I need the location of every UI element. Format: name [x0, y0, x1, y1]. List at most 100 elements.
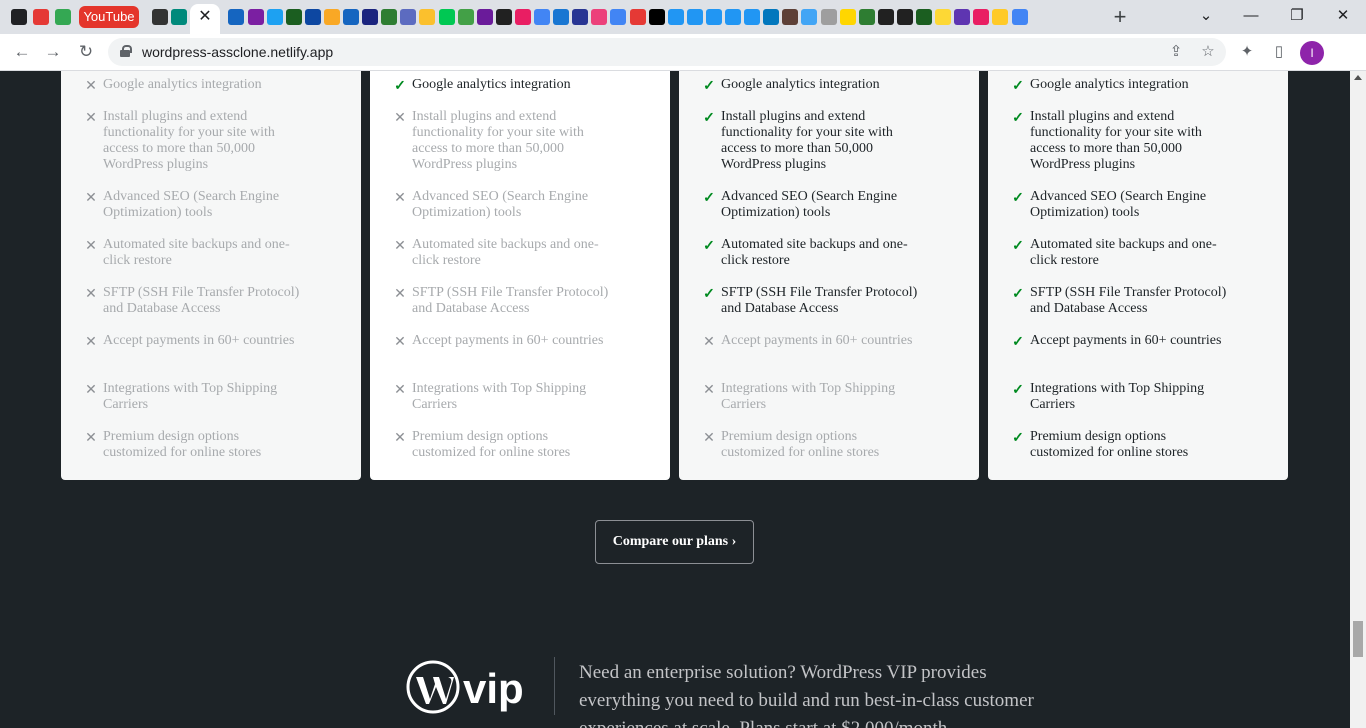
- tab-favicon-icon[interactable]: [878, 9, 894, 25]
- tab-favicon-icon[interactable]: [859, 9, 875, 25]
- share-icon[interactable]: ⇪: [1166, 43, 1186, 61]
- address-bar[interactable]: wordpress-assclone.netlify.app ⇪ ☆: [108, 38, 1226, 66]
- minimize-button[interactable]: —: [1231, 4, 1271, 28]
- check-icon: ✓: [703, 237, 715, 253]
- plan-feature-text: Google analytics integration: [412, 77, 571, 92]
- tab-favicon-icon[interactable]: [55, 9, 71, 25]
- tab-favicon-icon[interactable]: [171, 9, 187, 25]
- tab-favicon-icon[interactable]: [362, 9, 378, 25]
- tab-favicon-icon[interactable]: [324, 9, 340, 25]
- close-window-button[interactable]: ✕: [1323, 4, 1363, 28]
- tab-favicon-icon[interactable]: [763, 9, 779, 25]
- reload-button[interactable]: ↻: [74, 40, 98, 64]
- new-tab-button[interactable]: +: [1109, 5, 1131, 29]
- tab-favicon-icon[interactable]: [935, 9, 951, 25]
- scrollbar-thumb[interactable]: [1353, 621, 1363, 657]
- tab-favicon-icon[interactable]: [973, 9, 989, 25]
- bookmark-star-icon[interactable]: ☆: [1198, 43, 1218, 61]
- tab-favicon-icon[interactable]: [992, 9, 1008, 25]
- tab-favicon-icon[interactable]: [343, 9, 359, 25]
- tab-favicon-icon[interactable]: [706, 9, 722, 25]
- plan-feature-text: Integrations with Top Shipping Carriers: [1030, 381, 1205, 412]
- tab-favicon-icon[interactable]: [381, 9, 397, 25]
- tab-favicon-icon[interactable]: [610, 9, 626, 25]
- tab-favicon-icon[interactable]: [496, 9, 512, 25]
- tab-favicon-icon[interactable]: [228, 9, 244, 25]
- tab-favicon-icon[interactable]: [11, 9, 27, 25]
- page-scrollbar[interactable]: [1350, 71, 1366, 728]
- check-icon: ✓: [1012, 237, 1024, 253]
- plan-feature-text: Advanced SEO (Search Engine Optimization…: [721, 189, 898, 220]
- tab-favicon-icon[interactable]: [744, 9, 760, 25]
- scroll-up-arrow-icon[interactable]: [1354, 75, 1362, 80]
- back-button[interactable]: ←: [10, 40, 34, 64]
- tab-strip: YouTube ✕ + ⌄ — ❐ ✕: [0, 0, 1366, 34]
- tab-favicon-icon[interactable]: [821, 9, 837, 25]
- profile-avatar[interactable]: I: [1300, 41, 1324, 65]
- extensions-icon[interactable]: ✦: [1237, 42, 1257, 62]
- tab-favicon-icon[interactable]: [954, 9, 970, 25]
- maximize-button[interactable]: ❐: [1277, 4, 1317, 28]
- cross-icon: ✕: [394, 189, 406, 205]
- check-icon: ✓: [703, 109, 715, 125]
- tab-favicon-icon[interactable]: [897, 9, 913, 25]
- vip-logo-text: vip: [463, 665, 524, 712]
- tab-favicon-icon[interactable]: [630, 9, 646, 25]
- tab-favicon-icon[interactable]: [152, 9, 168, 25]
- tab-favicon-icon[interactable]: [725, 9, 741, 25]
- tab-favicon-icon[interactable]: [33, 9, 49, 25]
- tab-favicon-icon[interactable]: [419, 9, 435, 25]
- plan-feature-text: SFTP (SSH File Transfer Protocol) and Da…: [721, 285, 918, 316]
- tab-favicon-icon[interactable]: [916, 9, 932, 25]
- tab-favicon-icon[interactable]: [458, 9, 474, 25]
- plan-feature-text: Automated site backups and one-click res…: [1030, 237, 1217, 268]
- url-text[interactable]: wordpress-assclone.netlify.app: [142, 43, 333, 61]
- tab-search-icon[interactable]: ⌄: [1186, 4, 1226, 28]
- tab-favicon-icon[interactable]: [572, 9, 588, 25]
- tab-favicon-icon[interactable]: [668, 9, 684, 25]
- cross-icon: ✕: [394, 429, 406, 445]
- tab-favicon-icon[interactable]: [591, 9, 607, 25]
- cross-icon: ✕: [85, 109, 97, 125]
- plan-feature-text: Accept payments in 60+ countries: [721, 333, 913, 348]
- plan-feature-text: Automated site backups and one-click res…: [103, 237, 290, 268]
- vip-divider: [554, 657, 555, 715]
- cross-icon: ✕: [394, 381, 406, 397]
- check-icon: ✓: [1012, 381, 1024, 397]
- tab-favicon-icon[interactable]: [248, 9, 264, 25]
- forward-button[interactable]: →: [41, 40, 65, 64]
- tab-favicon-icon[interactable]: [400, 9, 416, 25]
- tab-favicon-icon[interactable]: [267, 9, 283, 25]
- tab-favicon-icon[interactable]: [782, 9, 798, 25]
- cross-icon: ✕: [85, 189, 97, 205]
- plan-card: ✕ Google analytics integration ✕ Install pl…: [61, 71, 361, 480]
- tab-favicon-icon[interactable]: [305, 9, 321, 25]
- plan-feature-text: Install plugins and extend functionality…: [103, 109, 275, 172]
- plan-feature-text: Automated site backups and one-click res…: [412, 237, 599, 268]
- tab-favicon-icon[interactable]: [687, 9, 703, 25]
- plan-feature-text: Google analytics integration: [103, 77, 262, 92]
- tab-favicon-icon[interactable]: [286, 9, 302, 25]
- tab-favicon-icon[interactable]: [477, 9, 493, 25]
- plan-feature-text: SFTP (SSH File Transfer Protocol) and Da…: [1030, 285, 1227, 316]
- cross-icon: ✕: [703, 333, 715, 349]
- tab-favicon-icon[interactable]: [840, 9, 856, 25]
- tab-favicon-icon[interactable]: [515, 9, 531, 25]
- plan-card: ✓ Google analytics integration ✓ Install pl…: [679, 71, 979, 480]
- tab-favicon-icon[interactable]: [649, 9, 665, 25]
- plan-feature-text: Google analytics integration: [721, 77, 880, 92]
- tab-close-icon[interactable]: ✕: [197, 8, 213, 26]
- side-panel-icon[interactable]: ▯: [1269, 42, 1289, 62]
- tab-favicon-icon[interactable]: [534, 9, 550, 25]
- tab-favicon-icon[interactable]: [801, 9, 817, 25]
- plan-feature-text: Advanced SEO (Search Engine Optimization…: [1030, 189, 1207, 220]
- check-icon: ✓: [1012, 77, 1024, 93]
- compare-plans-button[interactable]: Compare our plans ›: [595, 520, 754, 564]
- lock-icon[interactable]: [120, 45, 132, 57]
- check-icon: ✓: [394, 77, 406, 93]
- tab-favicon-icon[interactable]: [1012, 9, 1028, 25]
- tab-favicon-icon[interactable]: [553, 9, 569, 25]
- tab-favicon-icon[interactable]: [439, 9, 455, 25]
- cross-icon: ✕: [85, 381, 97, 397]
- tab-youtube[interactable]: YouTube: [79, 6, 139, 28]
